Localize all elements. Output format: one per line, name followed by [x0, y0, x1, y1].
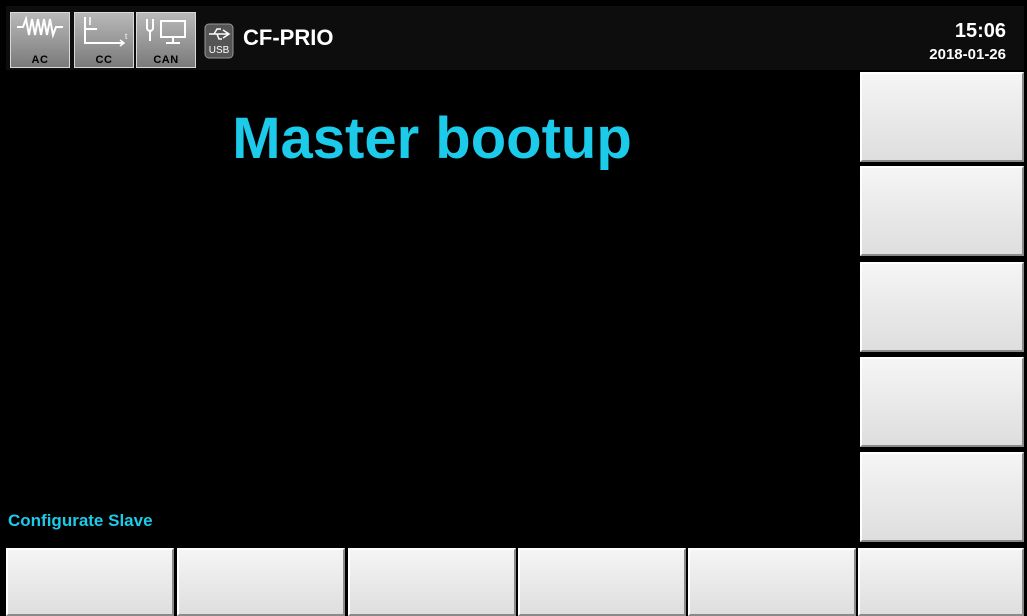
softkey-bottom-1[interactable]	[6, 548, 174, 616]
instrument-screen: AC t CC CAN USB CF-PRIO 15:06 2018-01-26…	[0, 0, 1027, 616]
status-message: Configurate Slave	[8, 511, 153, 530]
status-title: CF-PRIO	[243, 25, 334, 50]
can-mode-label: CAN	[153, 54, 179, 66]
softkey-bottom-5[interactable]	[688, 548, 856, 616]
ac-mode-indicator: AC	[10, 12, 70, 68]
clock-date: 2018-01-26	[929, 46, 1006, 63]
softkey-side-5[interactable]	[860, 452, 1024, 542]
cc-mode-indicator: t CC	[74, 12, 134, 68]
svg-text:t: t	[125, 32, 128, 41]
cc-mode-label: CC	[95, 54, 113, 66]
can-mode-indicator: CAN	[136, 12, 196, 68]
softkey-bottom-2[interactable]	[177, 548, 345, 616]
cc-graph-icon: t	[84, 17, 128, 47]
softkey-side-2[interactable]	[860, 166, 1024, 256]
can-network-icon	[146, 19, 186, 44]
usb-label: USB	[209, 45, 230, 56]
softkey-bottom-3[interactable]	[348, 548, 516, 616]
status-bar: AC t CC CAN USB CF-PRIO 15:06 2018-01-26	[6, 6, 1024, 70]
softkey-side-4[interactable]	[860, 357, 1024, 447]
usb-icon: USB	[204, 23, 234, 59]
ac-waveform-icon	[17, 15, 63, 39]
softkey-bottom-4[interactable]	[518, 548, 686, 616]
clock-time: 15:06	[954, 20, 1006, 42]
softkey-side-3[interactable]	[860, 262, 1024, 352]
page-title: Master bootup	[232, 106, 632, 171]
softkey-side-1[interactable]	[860, 72, 1024, 162]
ac-mode-label: AC	[31, 54, 49, 66]
softkey-bottom-6[interactable]	[858, 548, 1024, 616]
